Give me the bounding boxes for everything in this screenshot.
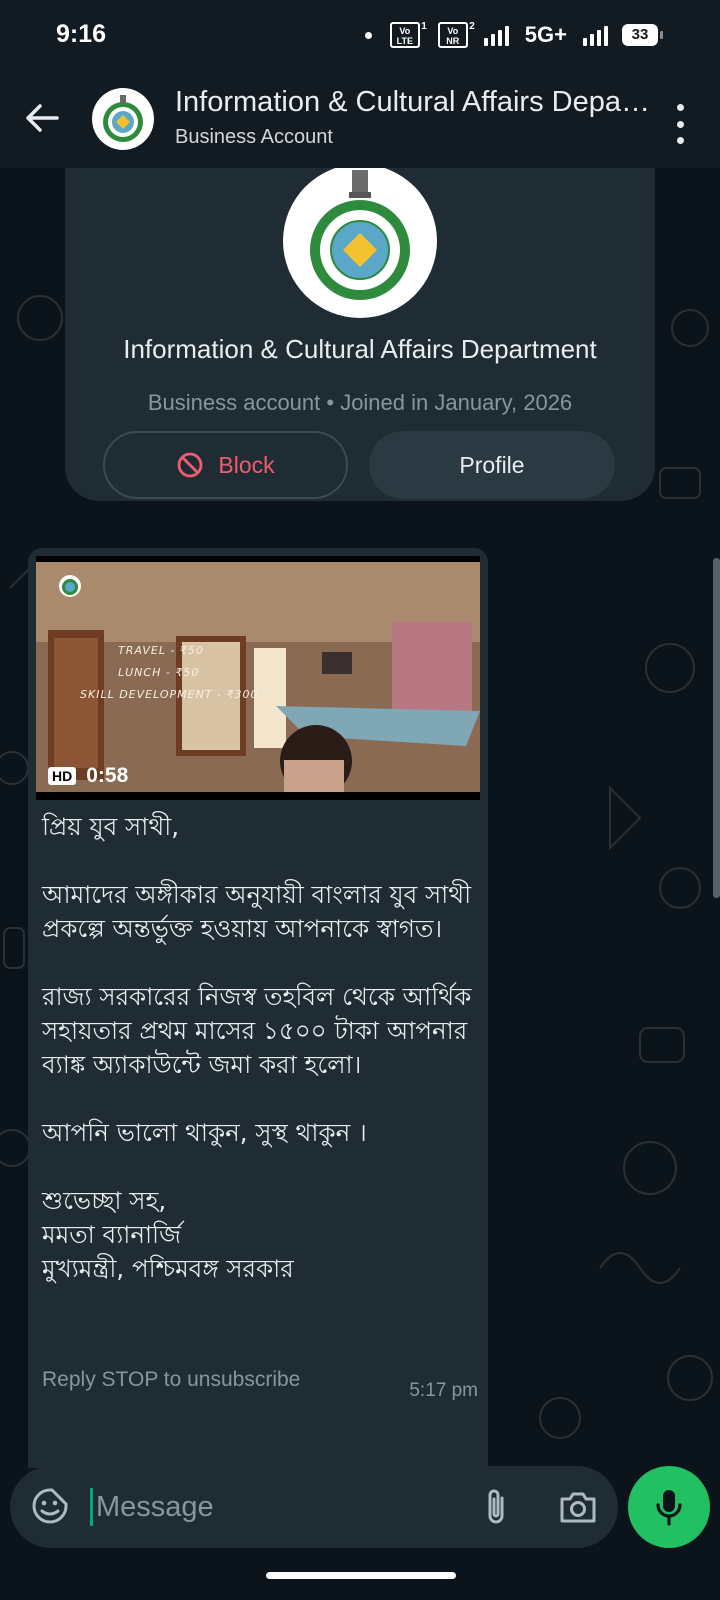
arrow-left-icon (26, 104, 59, 132)
more-options-button[interactable] (670, 104, 690, 144)
status-time: 9:16 (56, 20, 107, 48)
battery-icon: 33 (622, 24, 663, 46)
profile-label: Profile (459, 451, 525, 478)
profile-button[interactable]: Profile (369, 431, 615, 499)
back-button[interactable] (20, 96, 64, 140)
chat-header: Information & Cultural Affairs Departmen… (0, 72, 720, 168)
business-name: Information & Cultural Affairs Departmen… (123, 334, 597, 364)
paperclip-icon (488, 1489, 504, 1524)
video-badge: HD 0:58 (48, 764, 128, 788)
sticker-icon (32, 1488, 68, 1524)
block-icon (177, 452, 203, 478)
contact-name[interactable]: Information & Cultural Affairs Departmen… (175, 86, 655, 119)
status-icons: Vo LTE 1 Vo NR 2 5G+ 33 (364, 20, 663, 50)
message-timestamp: 5:17 pm (409, 1380, 478, 1401)
message-input[interactable] (96, 1486, 456, 1528)
notification-dot-icon (364, 31, 372, 39)
business-info-card: Information & Cultural Affairs Departmen… (65, 168, 655, 501)
unsubscribe-footer: Reply STOP to unsubscribe (42, 1368, 301, 1391)
voice-message-button[interactable] (628, 1466, 710, 1548)
video-overlay-line-2: LUNCH - ₹50 (118, 666, 200, 679)
govt-emblem-logo (103, 95, 143, 142)
network-type: 5G+ (524, 22, 567, 47)
camera-icon (560, 1492, 596, 1523)
contact-status: Business Account (175, 126, 333, 148)
chat-area[interactable]: Information & Cultural Affairs Departmen… (0, 168, 720, 1468)
video-overlay-line-1: TRAVEL - ₹50 (118, 644, 204, 657)
hd-icon: HD (48, 767, 77, 785)
volte-sim1-icon: Vo LTE 1 (389, 22, 427, 48)
message-bubble[interactable]: TRAVEL - ₹50 LUNCH - ₹50 SKILL DEVELOPME… (28, 548, 488, 1468)
microphone-icon (656, 1490, 682, 1526)
govt-emblem-logo (310, 170, 410, 300)
video-thumbnail[interactable]: TRAVEL - ₹50 LUNCH - ₹50 SKILL DEVELOPME… (36, 556, 480, 800)
signal-bars-2-icon (583, 24, 608, 46)
message-text: প্রিয় যুব সাথী, আমাদের অঙ্গীকার অনুযায়… (42, 812, 472, 1283)
business-meta: Business account • Joined in January, 20… (147, 390, 573, 415)
signal-bars-icon (483, 24, 509, 46)
message-composer (10, 1466, 618, 1548)
video-duration: 0:58 (86, 764, 129, 787)
system-nav-bar (0, 1560, 720, 1600)
attach-button[interactable] (478, 1486, 514, 1528)
status-bar: 9:16 Vo LTE 1 Vo NR 2 5G+ 33 (0, 0, 720, 72)
screen: 9:16 Vo LTE 1 Vo NR 2 5G+ 33 Information… (0, 0, 720, 1600)
block-button[interactable]: Block (103, 431, 348, 499)
contact-avatar[interactable] (92, 88, 154, 150)
text-cursor (90, 1488, 93, 1526)
business-logo[interactable] (283, 168, 437, 318)
block-label: Block (218, 451, 275, 478)
camera-button[interactable] (558, 1488, 598, 1526)
more-vertical-icon (676, 104, 684, 111)
vonr-sim2-icon: Vo NR 2 (437, 22, 475, 48)
emoji-button[interactable] (30, 1486, 70, 1526)
scrollbar[interactable] (713, 558, 720, 898)
video-overlay-line-3: SKILL DEVELOPMENT - ₹300 (80, 688, 259, 701)
home-indicator[interactable] (266, 1572, 456, 1579)
